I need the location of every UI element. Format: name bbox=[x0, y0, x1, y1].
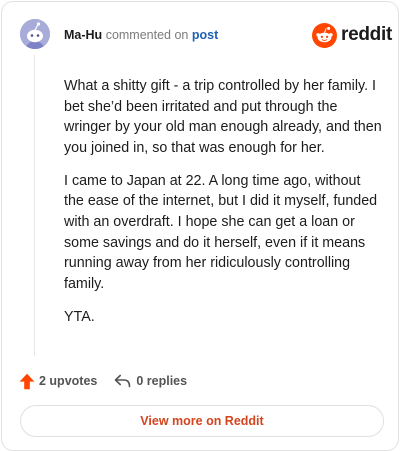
view-more-button[interactable]: View more on Reddit bbox=[20, 405, 384, 437]
comment-actions: 2 upvotes 0 replies bbox=[19, 372, 187, 390]
snoo-avatar-icon bbox=[20, 19, 50, 49]
comment-body: What a shitty gift - a trip controlled b… bbox=[64, 76, 382, 340]
commented-on-text: commented on bbox=[105, 28, 189, 42]
reddit-wordmark: reddit bbox=[341, 24, 392, 45]
reply-count: 0 replies bbox=[136, 374, 188, 388]
thread-line bbox=[34, 55, 35, 356]
upvote-button[interactable]: 2 upvotes bbox=[19, 373, 97, 390]
upvote-count: 2 upvotes bbox=[39, 374, 98, 388]
user-avatar[interactable] bbox=[20, 19, 50, 49]
comment-paragraph: I came to Japan at 22. A long time ago, … bbox=[64, 172, 378, 292]
reddit-logo[interactable]: reddit bbox=[312, 22, 392, 48]
reddit-snoo-icon bbox=[312, 22, 337, 48]
reply-button[interactable]: 0 replies bbox=[114, 374, 187, 388]
comment-paragraph: YTA. bbox=[64, 308, 95, 325]
comment-meta: Ma-Hu commented on post bbox=[64, 28, 218, 42]
reply-arrow-icon bbox=[115, 374, 131, 388]
comment-card: Ma-Hu commented on post reddit What a sh… bbox=[1, 1, 399, 451]
username-link[interactable]: Ma-Hu bbox=[64, 28, 102, 42]
post-link[interactable]: post bbox=[192, 28, 218, 42]
comment-paragraph: What a shitty gift - a trip controlled b… bbox=[64, 78, 382, 156]
upvote-arrow-icon bbox=[19, 373, 35, 389]
